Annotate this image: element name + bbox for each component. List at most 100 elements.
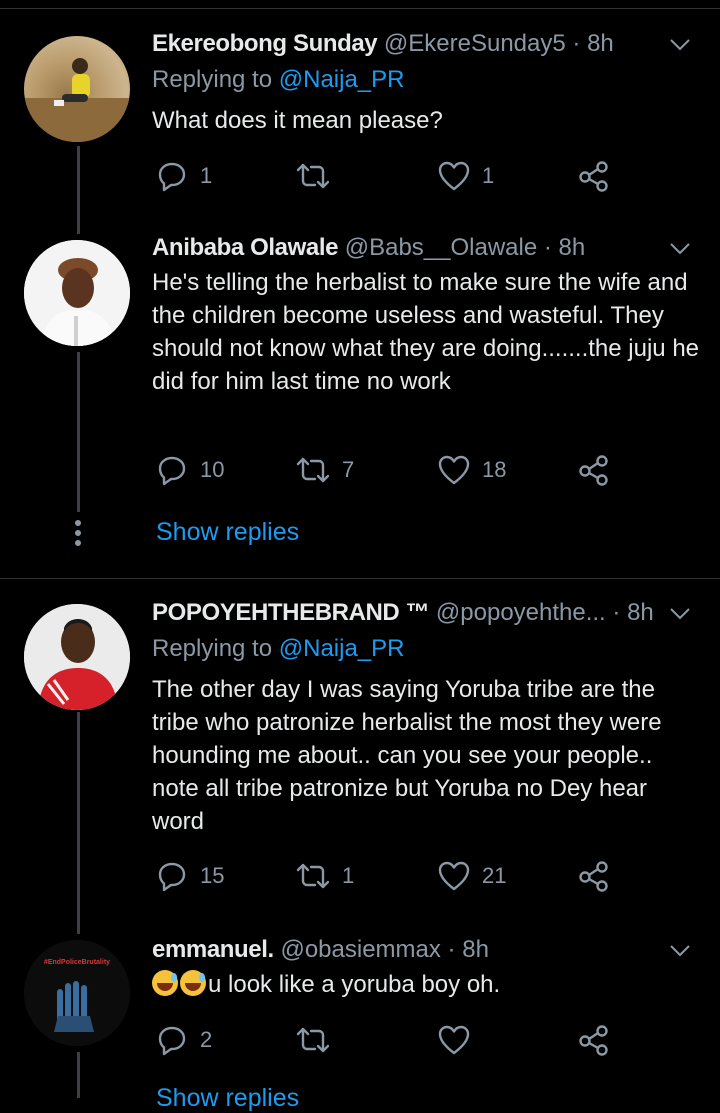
avatar-photo	[24, 604, 130, 710]
share-icon	[579, 161, 608, 192]
more-replies-dots	[74, 520, 82, 550]
like-count: 21	[482, 863, 507, 888]
share-button[interactable]	[578, 856, 610, 896]
show-replies-link[interactable]: Show replies	[156, 518, 299, 547]
separator-dot: ·	[572, 30, 581, 57]
reply-button[interactable]: 1	[156, 156, 212, 196]
avatar-photo: #EndPoliceBrutality	[24, 940, 130, 1046]
heart-icon	[438, 455, 470, 485]
tweet-actions: 2	[152, 1020, 632, 1060]
tweet-actions: 1 1	[152, 156, 632, 196]
reply-count: 10	[200, 457, 225, 482]
replying-to-link[interactable]: @Naija_PR	[279, 66, 405, 93]
tweet-header: Ekereobong Sunday @EkereSunday5 · 8h	[152, 29, 614, 59]
replying-to: Replying to @Naija_PR	[152, 634, 405, 664]
tweet-header: emmanuel. @obasiemmax · 8h	[152, 935, 489, 965]
avatar[interactable]	[24, 240, 130, 346]
timestamp[interactable]: 8h	[587, 30, 614, 57]
heart-icon	[438, 861, 470, 891]
tweet-text: The other day I was saying Yoruba tribe …	[152, 676, 662, 835]
tweet-text: He's telling the herbalist to make sure …	[152, 269, 700, 395]
sweat-smile-emoji-icon	[180, 970, 206, 996]
thread-line	[77, 146, 80, 234]
share-icon	[579, 1025, 608, 1056]
reply-icon	[158, 862, 186, 892]
heart-icon	[438, 1025, 470, 1055]
tweet-header: Anibaba Olawale @Babs__Olawale · 8h	[152, 233, 585, 263]
reply-icon	[158, 456, 186, 486]
share-icon	[579, 861, 608, 892]
thread-line	[77, 712, 80, 934]
timestamp[interactable]: 8h	[462, 936, 489, 963]
separator-dot: ·	[543, 234, 552, 261]
chevron-down-icon[interactable]	[668, 938, 692, 962]
avatar-caption: #EndPoliceBrutality	[44, 959, 110, 966]
tweet-text: u look like a yoruba boy oh.	[152, 968, 702, 1001]
tweet-text-content: u look like a yoruba boy oh.	[208, 971, 501, 998]
avatar-photo	[24, 58, 130, 142]
sweat-smile-emoji-icon	[152, 970, 178, 996]
avatar[interactable]: #EndPoliceBrutality	[24, 940, 130, 1046]
replying-label: Replying to	[152, 66, 273, 93]
retweet-button[interactable]	[296, 1020, 342, 1060]
reply-count: 15	[200, 863, 225, 888]
like-button[interactable]: 21	[438, 856, 506, 896]
timestamp[interactable]: 8h	[627, 599, 654, 626]
tweet-text: What does it mean please?	[152, 107, 443, 134]
reply-button[interactable]: 2	[156, 1020, 212, 1060]
share-icon	[579, 455, 608, 486]
display-name[interactable]: Anibaba Olawale	[152, 234, 338, 261]
reply-button[interactable]: 10	[156, 450, 224, 490]
share-button[interactable]	[578, 450, 610, 490]
share-button[interactable]	[578, 1020, 610, 1060]
replying-to-link[interactable]: @Naija_PR	[279, 635, 405, 662]
timestamp[interactable]: 8h	[559, 234, 586, 261]
replying-to: Replying to @Naija_PR	[152, 65, 405, 95]
reply-icon	[158, 1026, 186, 1056]
user-handle[interactable]: @Babs__Olawale	[345, 234, 537, 261]
avatar-photo	[24, 240, 130, 346]
retweet-count: 1	[342, 863, 355, 888]
display-name[interactable]: POPOYEHTHEBRAND ™	[152, 599, 430, 626]
show-replies-link[interactable]: Show replies	[156, 1084, 299, 1113]
share-button[interactable]	[578, 156, 610, 196]
retweet-count: 7	[342, 457, 355, 482]
tweet-actions: 10 7 18	[152, 450, 632, 490]
chevron-down-icon[interactable]	[668, 236, 692, 260]
like-count: 18	[482, 457, 507, 482]
chevron-down-icon[interactable]	[668, 32, 692, 56]
thread-line	[77, 1052, 80, 1098]
like-button[interactable]: 18	[438, 450, 506, 490]
separator-dot: ·	[447, 936, 456, 963]
display-name[interactable]: emmanuel.	[152, 936, 274, 963]
retweet-icon	[296, 163, 330, 189]
tweet-actions: 15 1 21	[152, 856, 632, 896]
like-count: 1	[482, 163, 495, 188]
tweet-header: POPOYEHTHEBRAND ™ @popoyehthe... · 8h	[152, 598, 654, 628]
replying-label: Replying to	[152, 635, 273, 662]
heart-icon	[438, 161, 470, 191]
avatar[interactable]	[24, 604, 130, 710]
reply-button[interactable]: 15	[156, 856, 224, 896]
user-handle[interactable]: @popoyehthe...	[436, 599, 606, 626]
user-handle[interactable]: @obasiemmax	[280, 936, 440, 963]
like-button[interactable]: 1	[438, 156, 494, 196]
retweet-button[interactable]: 7	[296, 450, 354, 490]
user-handle[interactable]: @EkereSunday5	[384, 30, 566, 57]
conversation-divider	[0, 578, 720, 579]
reply-icon	[158, 162, 186, 192]
retweet-icon	[296, 863, 330, 889]
retweet-button[interactable]	[296, 156, 342, 196]
retweet-button[interactable]: 1	[296, 856, 354, 896]
like-button[interactable]	[438, 1020, 482, 1060]
thread-line	[77, 352, 80, 512]
avatar[interactable]	[24, 36, 130, 142]
retweet-icon	[296, 1027, 330, 1053]
display-name[interactable]: Ekereobong Sunday	[152, 30, 378, 57]
top-divider	[0, 8, 720, 9]
reply-count: 2	[200, 1027, 213, 1052]
separator-dot: ·	[612, 599, 621, 626]
reply-count: 1	[200, 163, 213, 188]
retweet-icon	[296, 457, 330, 483]
chevron-down-icon[interactable]	[668, 601, 692, 625]
